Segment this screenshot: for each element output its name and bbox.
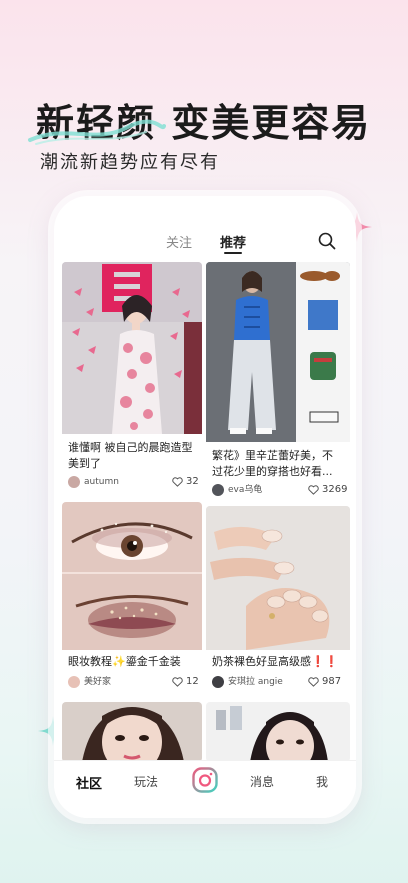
nav-play[interactable]: 玩法 — [134, 773, 158, 790]
author-name[interactable]: 美好家 — [84, 676, 111, 688]
avatar[interactable] — [68, 676, 80, 688]
like-count: 32 — [186, 476, 199, 487]
tab-recommend[interactable]: 推荐 — [220, 232, 246, 251]
card-image — [62, 262, 202, 434]
tab-follow[interactable]: 关注 — [166, 232, 192, 251]
card-title: 繁花》里辛芷蕾好美，不过花少里的穿搭也好看... — [212, 449, 333, 478]
heart-icon[interactable] — [172, 477, 183, 487]
phone-frame: 关注 推荐 谁懂啊 被自己的晨跑造型美到了 autumn 32 繁花》里辛芷蕾好… — [54, 196, 356, 818]
feed-card[interactable]: 眼妆教程✨鎏金千金装 美好家 12 — [62, 502, 202, 698]
feed-card[interactable] — [62, 702, 202, 760]
nav-me[interactable]: 我 — [316, 773, 328, 790]
heart-icon[interactable] — [308, 485, 319, 495]
card-title: 眼妆教程✨鎏金千金装 — [68, 655, 181, 668]
like-count: 12 — [186, 676, 199, 687]
card-title: 奶茶裸色好显高级感❗❗ — [212, 655, 339, 668]
search-icon[interactable] — [318, 232, 336, 250]
card-image — [206, 702, 350, 760]
feed-card[interactable] — [206, 702, 350, 760]
swoosh-decoration — [28, 119, 166, 145]
nav-community[interactable]: 社区 — [76, 773, 102, 792]
card-image — [206, 506, 350, 650]
card-title: 谁懂啊 被自己的晨跑造型美到了 — [68, 441, 193, 470]
like-count: 3269 — [322, 484, 348, 495]
card-author-row: autumn 32 — [68, 476, 200, 490]
feed-card[interactable]: 繁花》里辛芷蕾好美，不过花少里的穿搭也好看... eva乌龟 3269 — [206, 262, 350, 502]
heart-icon[interactable] — [172, 677, 183, 687]
author-name[interactable]: 安琪拉 angie — [228, 676, 283, 688]
top-nav: 关注 推荐 — [54, 196, 356, 256]
avatar[interactable] — [68, 476, 80, 488]
card-author-row: 安琪拉 angie 987 — [212, 676, 344, 690]
feed-grid: 谁懂啊 被自己的晨跑造型美到了 autumn 32 繁花》里辛芷蕾好美，不过花少… — [62, 262, 350, 760]
avatar[interactable] — [212, 676, 224, 688]
camera-icon[interactable] — [192, 767, 218, 793]
author-name[interactable]: autumn — [84, 476, 119, 488]
nav-messages[interactable]: 消息 — [250, 773, 274, 790]
card-author-row: eva乌龟 3269 — [212, 484, 348, 498]
card-image — [206, 262, 350, 442]
promo-subheadline: 潮流新趋势应有尽有 — [40, 152, 220, 173]
card-image — [62, 702, 202, 760]
avatar[interactable] — [212, 484, 224, 496]
like-count: 987 — [322, 676, 342, 687]
card-author-row: 美好家 12 — [68, 676, 200, 690]
card-image — [62, 502, 202, 650]
feed-card[interactable]: 奶茶裸色好显高级感❗❗ 安琪拉 angie 987 — [206, 506, 350, 698]
bottom-nav: 社区 玩法 消息 我 — [54, 760, 356, 818]
feed-card[interactable]: 谁懂啊 被自己的晨跑造型美到了 autumn 32 — [62, 262, 202, 498]
author-name[interactable]: eva乌龟 — [228, 484, 262, 496]
active-tab-indicator — [224, 252, 242, 254]
heart-icon[interactable] — [308, 677, 319, 687]
